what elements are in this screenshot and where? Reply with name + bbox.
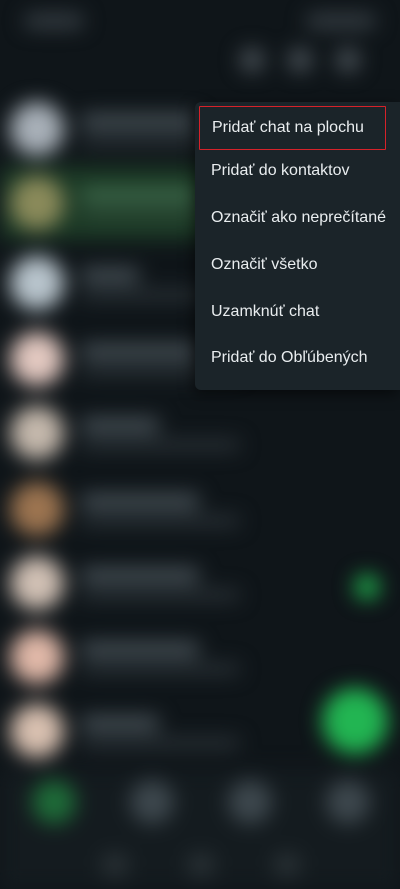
- chat-row[interactable]: [0, 396, 400, 470]
- status-bar: [0, 0, 400, 44]
- chat-preview-placeholder: [80, 590, 240, 600]
- system-back-icon[interactable]: [274, 854, 300, 876]
- chat-preview-placeholder: [80, 738, 240, 748]
- avatar: [10, 630, 64, 684]
- menu-item-add-chat-shortcut[interactable]: Pridať chat na plochu: [199, 106, 386, 150]
- chat-name-placeholder: [80, 418, 160, 432]
- more-options-icon[interactable]: [336, 48, 360, 72]
- search-icon[interactable]: [288, 48, 312, 72]
- chat-preview-placeholder: [80, 664, 240, 674]
- chat-row[interactable]: [0, 472, 400, 546]
- chat-preview-placeholder: [80, 516, 240, 526]
- avatar: [10, 332, 64, 386]
- chat-row[interactable]: [0, 546, 400, 620]
- avatar: [10, 256, 64, 310]
- avatar: [10, 102, 64, 156]
- system-home-icon[interactable]: [188, 854, 214, 876]
- menu-item-add-to-contacts[interactable]: Pridať do kontaktov: [195, 149, 400, 193]
- avatar: [10, 482, 64, 536]
- nav-updates-icon[interactable]: [130, 780, 174, 824]
- nav-calls-icon[interactable]: [326, 780, 370, 824]
- chat-name-placeholder: [80, 114, 200, 128]
- menu-item-add-to-favorites[interactable]: Pridať do Obľúbených: [195, 336, 400, 380]
- chat-row[interactable]: [0, 620, 400, 694]
- menu-item-select-all[interactable]: Označiť všetko: [195, 243, 400, 287]
- header-actions: [240, 48, 360, 72]
- new-chat-button[interactable]: [322, 688, 388, 754]
- nav-communities-icon[interactable]: [228, 780, 272, 824]
- status-time-placeholder: [24, 14, 84, 28]
- chat-name-placeholder: [80, 344, 200, 358]
- chat-preview-placeholder: [80, 440, 240, 450]
- bottom-navigation: [0, 770, 400, 889]
- avatar: [10, 176, 64, 230]
- unread-badge: [354, 574, 380, 600]
- status-icons-placeholder: [306, 14, 376, 28]
- avatar: [10, 556, 64, 610]
- context-menu: Pridať chat na plochu Pridať do kontakto…: [195, 102, 400, 390]
- menu-item-lock-chat[interactable]: Uzamknúť chat: [195, 290, 400, 334]
- chat-name-placeholder: [80, 268, 140, 282]
- chat-name-placeholder: [80, 188, 200, 202]
- nav-chats-icon[interactable]: [32, 780, 76, 824]
- menu-item-mark-as-unread[interactable]: Označiť ako neprečítané: [195, 196, 400, 240]
- chat-name-placeholder: [80, 642, 200, 656]
- app-screen: Pridať chat na plochu Pridať do kontakto…: [0, 0, 400, 889]
- avatar: [10, 704, 64, 758]
- avatar: [10, 406, 64, 460]
- system-recent-icon[interactable]: [102, 854, 128, 876]
- camera-icon[interactable]: [240, 48, 264, 72]
- chat-name-placeholder: [80, 494, 200, 508]
- chat-name-placeholder: [80, 716, 160, 730]
- chat-name-placeholder: [80, 568, 200, 582]
